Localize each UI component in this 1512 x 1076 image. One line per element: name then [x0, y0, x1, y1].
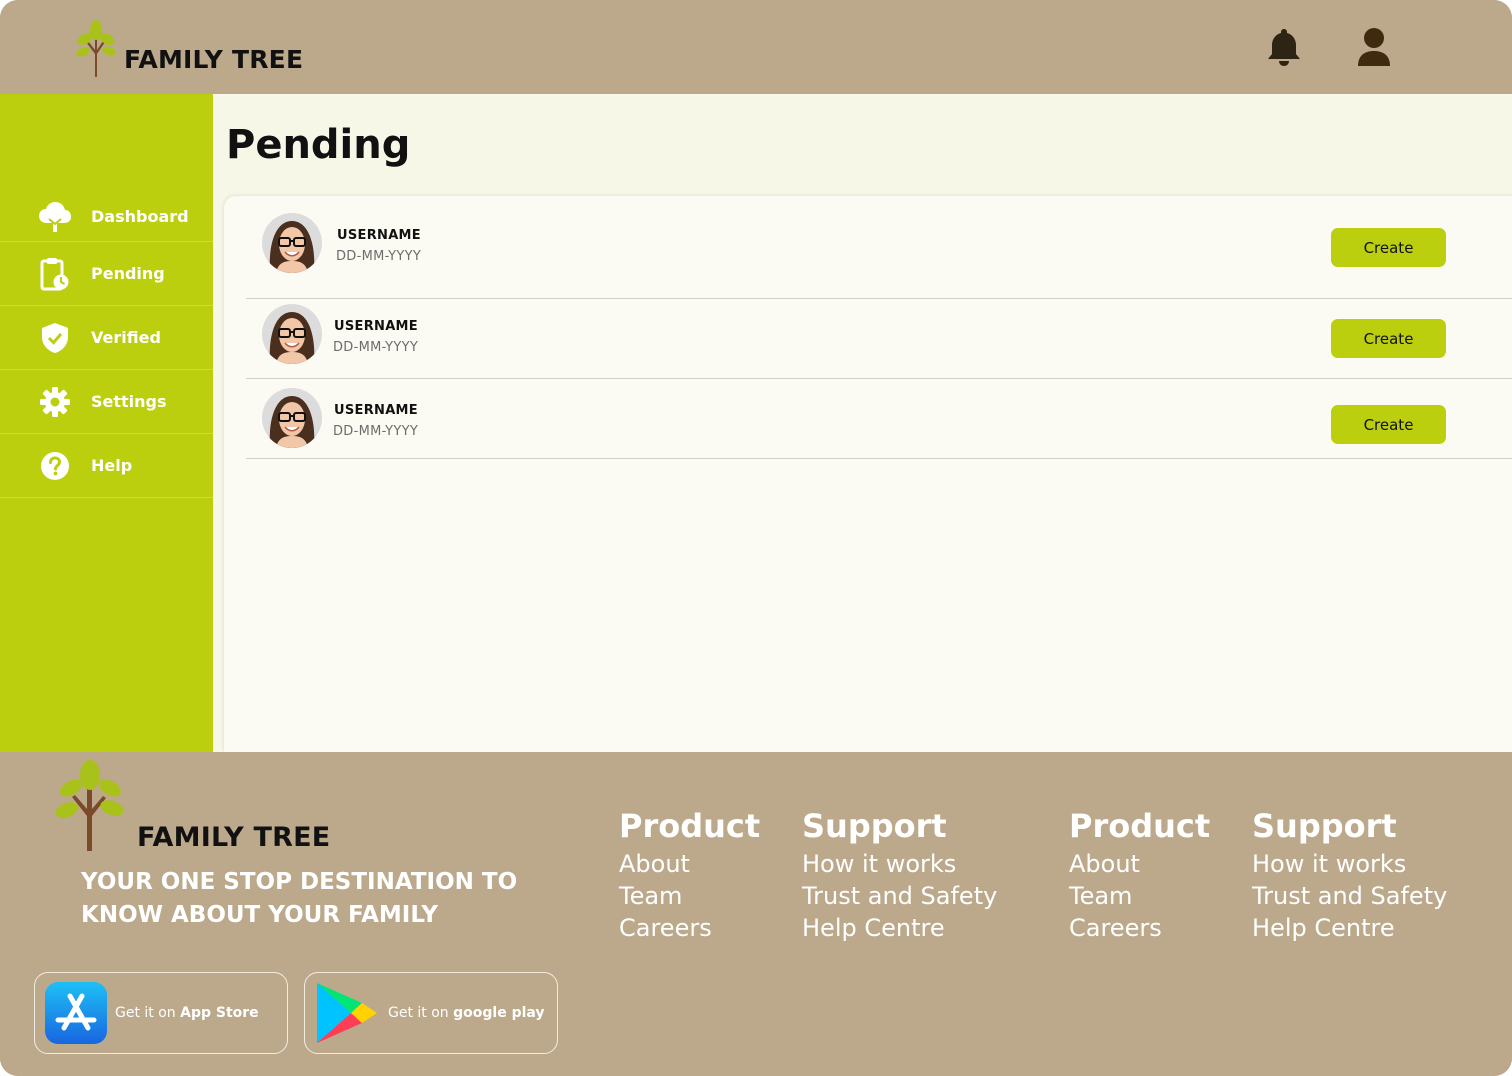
- create-button[interactable]: Create: [1331, 319, 1446, 358]
- app-store-button[interactable]: Get it on App Store: [34, 972, 288, 1054]
- sidebar-item-label: Dashboard: [91, 207, 189, 226]
- footer-brand-name: FAMILY TREE: [137, 822, 331, 853]
- top-header: FAMILY TREE: [0, 0, 1512, 94]
- footer-link-team[interactable]: Team: [1069, 880, 1210, 912]
- footer-column-support: Support How it works Trust and Safety He…: [802, 807, 997, 944]
- footer-column-title: Support: [1252, 807, 1397, 845]
- username: USERNAME: [334, 319, 418, 334]
- footer-link-team[interactable]: Team: [619, 880, 760, 912]
- footer-link-trust-safety[interactable]: Trust and Safety: [1252, 880, 1447, 912]
- footer-link-help-centre[interactable]: Help Centre: [802, 912, 997, 944]
- footer-column-product: Product About Team Careers: [1069, 807, 1210, 944]
- google-play-button[interactable]: Get it on google play: [304, 972, 558, 1054]
- tree-logo-icon: [55, 760, 124, 851]
- footer-link-how-it-works[interactable]: How it works: [802, 848, 997, 880]
- sidebar-item-help[interactable]: Help: [0, 434, 213, 498]
- google-play-label: Get it on google play: [388, 1005, 545, 1021]
- user-icon: [1358, 28, 1390, 66]
- brand-logo[interactable]: FAMILY TREE: [76, 20, 303, 78]
- list-item: USERNAME DD-MM-YYYY Create: [246, 299, 1512, 379]
- footer-column-product: Product About Team Careers: [619, 807, 760, 944]
- username: USERNAME: [337, 228, 421, 243]
- app-window: FAMILY TREE Dashboard Pending Verified S…: [0, 0, 1512, 1076]
- footer-column-support: Support How it works Trust and Safety He…: [1252, 807, 1447, 944]
- date: DD-MM-YYYY: [336, 249, 422, 264]
- sidebar-item-label: Pending: [91, 264, 165, 283]
- footer-link-how-it-works[interactable]: How it works: [1252, 848, 1447, 880]
- footer-logo[interactable]: [54, 760, 126, 857]
- list-item: USERNAME DD-MM-YYYY Create: [246, 196, 1512, 299]
- create-button[interactable]: Create: [1331, 405, 1446, 444]
- list-item: USERNAME DD-MM-YYYY Create: [246, 379, 1512, 459]
- sidebar-item-verified[interactable]: Verified: [0, 306, 213, 370]
- main-content: Pending USERNAME DD-MM-YYYY Create USERN…: [213, 94, 1512, 752]
- footer-link-about[interactable]: About: [1069, 848, 1210, 880]
- create-button[interactable]: Create: [1331, 228, 1446, 267]
- footer-link-trust-safety[interactable]: Trust and Safety: [802, 880, 997, 912]
- footer-link-careers[interactable]: Careers: [1069, 912, 1210, 944]
- clipboard-clock-icon: [37, 256, 73, 292]
- sidebar-item-dashboard[interactable]: Dashboard: [0, 192, 213, 242]
- sidebar: Dashboard Pending Verified Settings Help: [0, 94, 213, 752]
- bell-icon: [1268, 29, 1300, 66]
- avatar[interactable]: [262, 213, 322, 273]
- sidebar-item-label: Help: [91, 456, 133, 475]
- sidebar-item-settings[interactable]: Settings: [0, 370, 213, 434]
- tree-logo-icon: [76, 20, 116, 77]
- gear-icon: [37, 384, 73, 420]
- date: DD-MM-YYYY: [333, 340, 419, 355]
- sidebar-item-label: Verified: [91, 328, 161, 347]
- footer-column-title: Support: [802, 807, 947, 845]
- footer-link-about[interactable]: About: [619, 848, 760, 880]
- profile-button[interactable]: [1354, 26, 1394, 68]
- google-play-icon: [317, 983, 377, 1043]
- question-circle-icon: [37, 448, 73, 484]
- page-title: Pending: [226, 122, 411, 168]
- app-store-label: Get it on App Store: [115, 1005, 259, 1021]
- footer-column-title: Product: [1069, 807, 1211, 845]
- date: DD-MM-YYYY: [333, 424, 419, 439]
- footer-link-help-centre[interactable]: Help Centre: [1252, 912, 1447, 944]
- sidebar-item-label: Settings: [91, 392, 167, 411]
- footer-tagline: YOUR ONE STOP DESTINATION TO KNOW ABOUT …: [81, 869, 518, 928]
- brand-name: FAMILY TREE: [124, 45, 304, 74]
- shield-check-icon: [37, 320, 73, 356]
- avatar[interactable]: [262, 304, 322, 364]
- pending-list-panel: USERNAME DD-MM-YYYY Create USERNAME DD-M…: [224, 196, 1512, 752]
- cloud-tree-icon: [37, 199, 73, 235]
- app-store-icon: [45, 982, 107, 1044]
- notifications-button[interactable]: [1264, 26, 1304, 68]
- footer: FAMILY TREE YOUR ONE STOP DESTINATION TO…: [0, 752, 1512, 1076]
- avatar[interactable]: [262, 388, 322, 448]
- username: USERNAME: [334, 403, 418, 418]
- footer-column-title: Product: [619, 807, 761, 845]
- footer-link-careers[interactable]: Careers: [619, 912, 760, 944]
- sidebar-item-pending[interactable]: Pending: [0, 242, 213, 306]
